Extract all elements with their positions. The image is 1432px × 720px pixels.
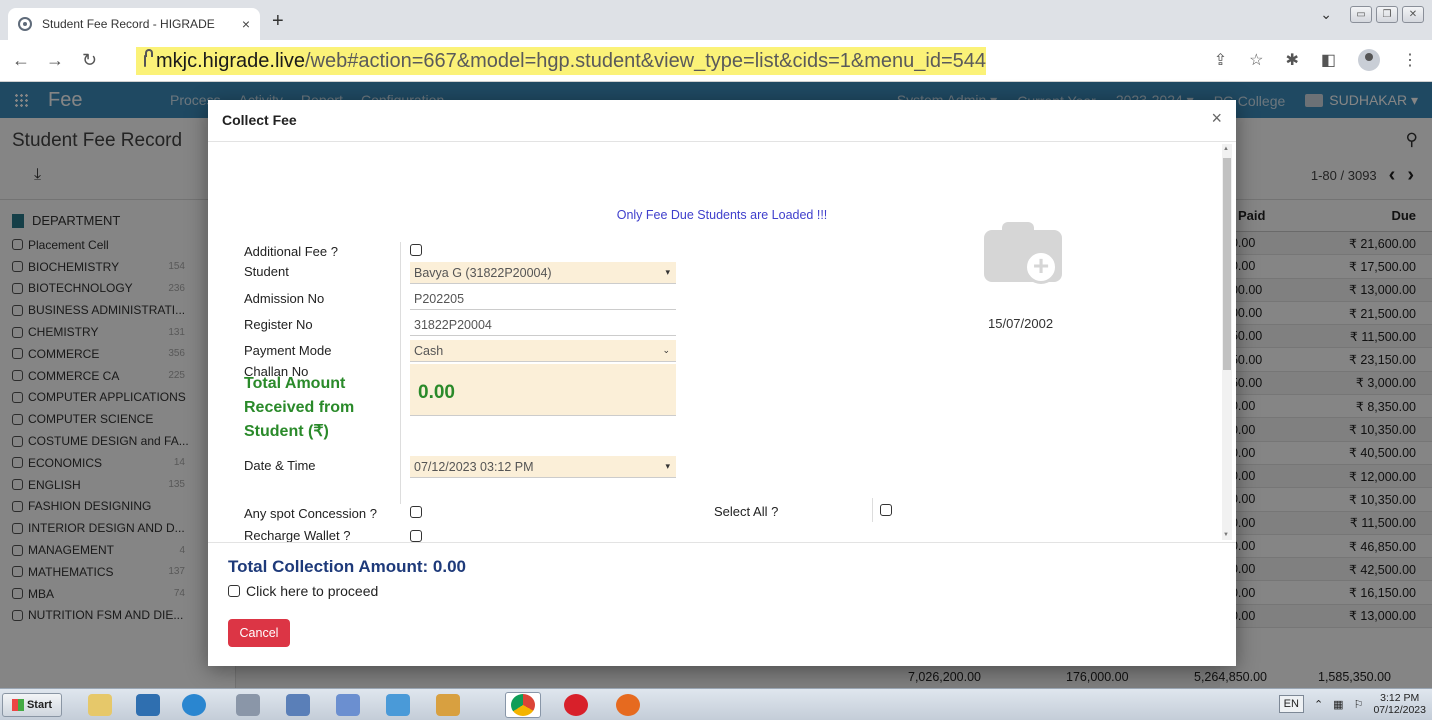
system-tray: EN ⌃ ▦ ⚐ 3:12 PM 07/12/2023 xyxy=(1278,692,1426,716)
profile-avatar-icon[interactable] xyxy=(1358,49,1380,71)
proceed-label: Click here to proceed xyxy=(246,583,379,599)
windows-flag-icon xyxy=(11,699,24,711)
clock[interactable]: 3:12 PM 07/12/2023 xyxy=(1373,692,1426,716)
student-label: Student xyxy=(244,264,289,279)
select-all-label: Select All ? xyxy=(714,504,779,519)
dialog-scrollbar[interactable]: ▲ ▼ xyxy=(1222,144,1232,540)
tray-expand-icon[interactable]: ⌃ xyxy=(1314,698,1323,711)
total-received-label: Total Amount Received from Student (₹) xyxy=(244,375,355,440)
recharge-wallet-checkbox[interactable] xyxy=(410,530,422,542)
scroll-up-icon[interactable]: ▲ xyxy=(1223,146,1229,152)
language-indicator[interactable]: EN xyxy=(1278,695,1304,713)
admission-no-label: Admission No xyxy=(244,291,325,306)
share-icon[interactable]: ⇪ xyxy=(1214,50,1227,70)
window-controls: ⌄ ▭ ❐ ✕ xyxy=(1320,6,1424,23)
side-panel-icon[interactable]: ◧ xyxy=(1321,50,1336,70)
dialog-close-icon[interactable]: × xyxy=(1211,108,1222,129)
recharge-wallet-label: Recharge Wallet ? xyxy=(244,528,351,542)
tab-search-chevron-icon[interactable]: ⌄ xyxy=(1320,6,1332,23)
site-favicon-icon xyxy=(18,17,32,31)
total-received-value: 0.00 xyxy=(418,381,455,403)
bookmark-star-icon[interactable]: ☆ xyxy=(1249,50,1263,70)
network-icon[interactable]: ▦ xyxy=(1333,698,1343,711)
total-collection-amount: Total Collection Amount: 0.00 xyxy=(228,557,467,576)
toolbar-icons: ⇪ ☆ ✱ ◧ ⋮ xyxy=(1214,49,1418,71)
maximize-button[interactable]: ❐ xyxy=(1376,6,1398,23)
browser-tab[interactable]: Student Fee Record - HIGRADE × xyxy=(8,8,260,40)
due-notice: Only Fee Due Students are Loaded !!! xyxy=(616,208,828,222)
dialog-body: Only Fee Due Students are Loaded !!! Add… xyxy=(208,142,1236,542)
file-explorer-icon[interactable] xyxy=(82,692,118,718)
display-icon[interactable] xyxy=(280,692,316,718)
date-time-value: 07/12/2023 03:12 PM xyxy=(414,459,534,474)
spot-concession-checkbox[interactable] xyxy=(410,506,422,518)
url-host: mkjc.higrade.live xyxy=(156,49,305,72)
payment-mode-value: Cash xyxy=(414,343,444,358)
address-bar[interactable]: mkjc.higrade.live/web#action=667&model=h… xyxy=(136,47,986,75)
total-received-field[interactable]: 0.00 xyxy=(410,370,676,416)
extensions-puzzle-icon[interactable]: ✱ xyxy=(1285,50,1298,70)
lock-icon xyxy=(144,49,154,67)
collect-fee-dialog: Collect Fee × Only Fee Due Students are … xyxy=(208,100,1236,666)
firefox-icon[interactable] xyxy=(610,692,646,718)
add-photo-icon: + xyxy=(1024,250,1058,284)
chrome-icon[interactable] xyxy=(505,692,541,718)
clock-time: 3:12 PM xyxy=(1380,692,1420,704)
student-value: Bavya G (31822P20004) xyxy=(414,265,552,280)
start-label: Start xyxy=(26,699,53,711)
admission-no-value: P202205 xyxy=(414,291,465,306)
divider xyxy=(872,498,873,522)
student-dob: 15/07/2002 xyxy=(988,316,1054,331)
reload-icon[interactable]: ↻ xyxy=(82,50,97,71)
paint-app-icon[interactable] xyxy=(430,692,466,718)
student-photo-placeholder[interactable]: + xyxy=(980,220,1074,284)
media-player-icon[interactable] xyxy=(176,692,212,718)
date-time-picker[interactable]: 07/12/2023 03:12 PM ▾ xyxy=(410,456,676,478)
select-all-checkbox[interactable] xyxy=(880,504,892,516)
browser-tab-bar: Student Fee Record - HIGRADE × + ⌄ ▭ ❐ ✕ xyxy=(0,0,1432,40)
back-arrow-icon[interactable]: ← xyxy=(12,50,30,71)
payment-mode-select[interactable]: Cash ⌄ xyxy=(410,340,676,362)
tab-close-icon[interactable]: × xyxy=(242,16,250,32)
register-no-field[interactable]: 31822P20004 xyxy=(410,314,676,336)
spot-concession-label: Any spot Concession ? xyxy=(244,506,377,521)
scroll-down-icon[interactable]: ▼ xyxy=(1223,532,1229,538)
network-app-icon[interactable] xyxy=(230,692,266,718)
student-select[interactable]: Bavya G (31822P20004) ▾ xyxy=(410,262,676,284)
window-close-button[interactable]: ✕ xyxy=(1402,6,1424,23)
additional-fee-label: Additional Fee ? xyxy=(244,244,338,259)
os-taskbar: Start EN ⌃ ▦ ⚐ 3:12 PM 07/12/2023 xyxy=(0,688,1432,720)
chevron-down-icon: ⌄ xyxy=(662,345,670,355)
cancel-button[interactable]: Cancel xyxy=(228,619,290,647)
flash-app-icon[interactable] xyxy=(330,692,366,718)
new-tab-button[interactable]: + xyxy=(272,10,284,33)
scrollbar-thumb[interactable] xyxy=(1223,158,1231,370)
register-no-value: 31822P20004 xyxy=(414,317,492,332)
payment-mode-label: Payment Mode xyxy=(244,343,332,358)
dialog-footer: Total Collection Amount: 0.00 Click here… xyxy=(208,542,1236,666)
opera-icon[interactable] xyxy=(558,692,594,718)
minimize-button[interactable]: ▭ xyxy=(1350,6,1372,23)
proceed-option[interactable]: Click here to proceed xyxy=(228,583,378,599)
notes-app-icon[interactable] xyxy=(380,692,416,718)
browser-toolbar: ← → ↻ mkjc.higrade.live/web#action=667&m… xyxy=(0,40,1432,82)
forward-arrow-icon[interactable]: → xyxy=(46,50,64,71)
admission-no-field[interactable]: P202205 xyxy=(410,288,676,310)
form-divider xyxy=(400,242,401,504)
proceed-checkbox[interactable] xyxy=(228,585,240,597)
powershell-icon[interactable] xyxy=(130,692,166,718)
url-path: /web#action=667&model=hgp.student&view_t… xyxy=(304,49,986,72)
dropdown-caret-icon: ▾ xyxy=(665,267,670,277)
dialog-header: Collect Fee × xyxy=(208,100,1236,142)
date-time-label: Date & Time xyxy=(244,458,316,473)
clock-date: 07/12/2023 xyxy=(1373,704,1426,716)
browser-menu-icon[interactable]: ⋮ xyxy=(1402,50,1418,70)
dialog-title: Collect Fee xyxy=(222,112,297,128)
register-no-label: Register No xyxy=(244,317,313,332)
tab-title: Student Fee Record - HIGRADE xyxy=(42,17,215,31)
start-button[interactable]: Start xyxy=(2,693,62,717)
dropdown-caret-icon: ▾ xyxy=(665,461,670,471)
action-center-flag-icon[interactable]: ⚐ xyxy=(1354,698,1364,711)
additional-fee-checkbox[interactable] xyxy=(410,244,422,256)
